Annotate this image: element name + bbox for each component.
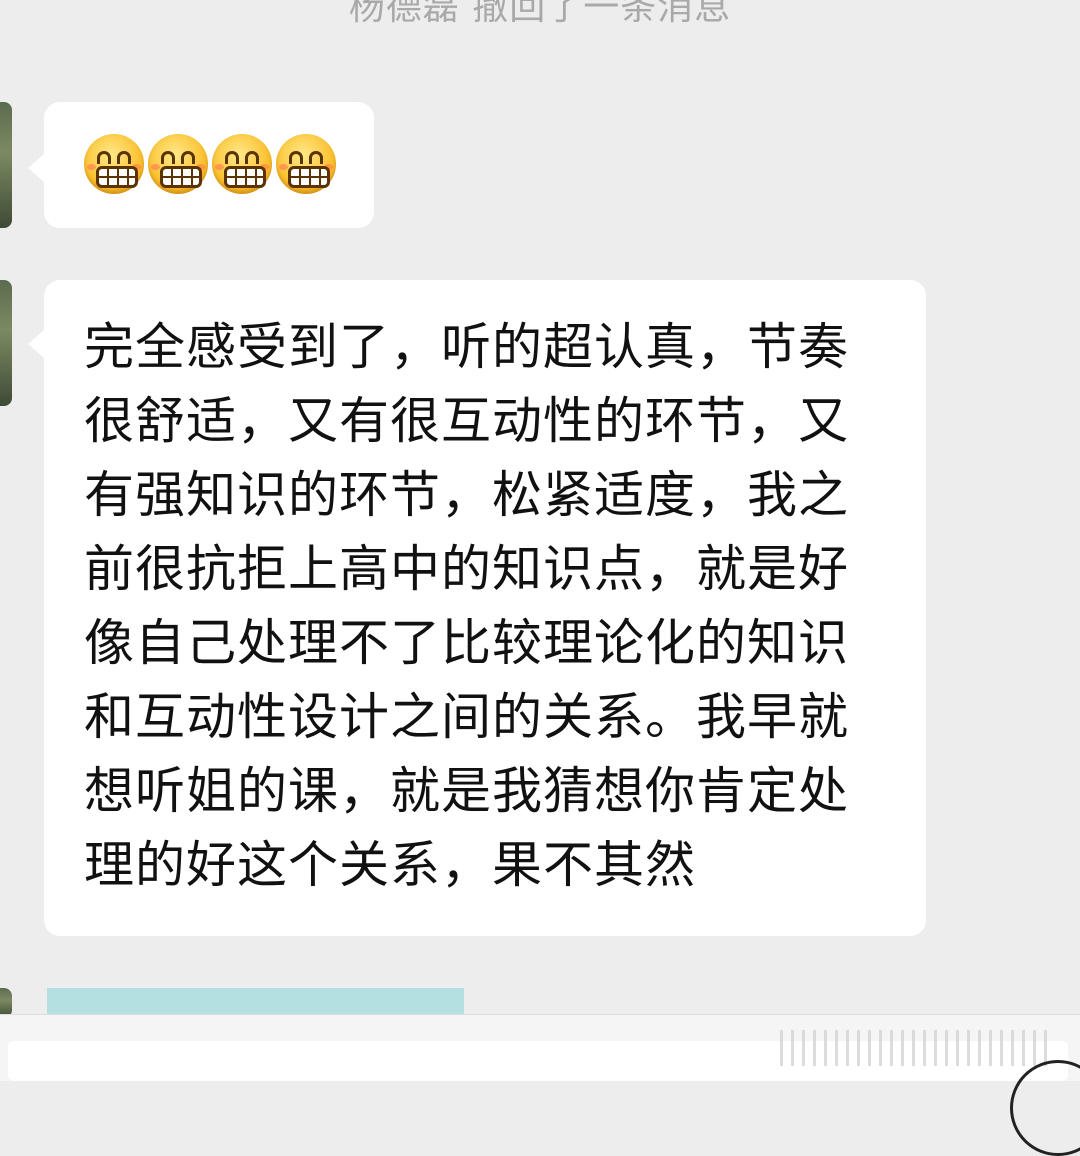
avatar[interactable] bbox=[0, 280, 12, 406]
message-text: 完全感受到了，听的超认真，节奏很舒适，又有很互动性的环节，又有强知识的环节，松紧… bbox=[84, 318, 849, 894]
grimacing-face-icon bbox=[84, 134, 144, 194]
watermark bbox=[780, 1030, 1050, 1066]
grimacing-face-icon bbox=[148, 134, 208, 194]
grimacing-face-icon bbox=[212, 134, 272, 194]
avatar[interactable] bbox=[0, 102, 12, 228]
message-bubble-emoji[interactable] bbox=[28, 102, 374, 228]
grimacing-face-icon bbox=[276, 134, 336, 194]
message-bubble-text[interactable]: 完全感受到了，听的超认真，节奏很舒适，又有很互动性的环节，又有强知识的环节，松紧… bbox=[28, 280, 926, 936]
emoji-row bbox=[84, 134, 336, 194]
system-notice: 杨德磊 撤回了一条消息 bbox=[348, 0, 732, 28]
